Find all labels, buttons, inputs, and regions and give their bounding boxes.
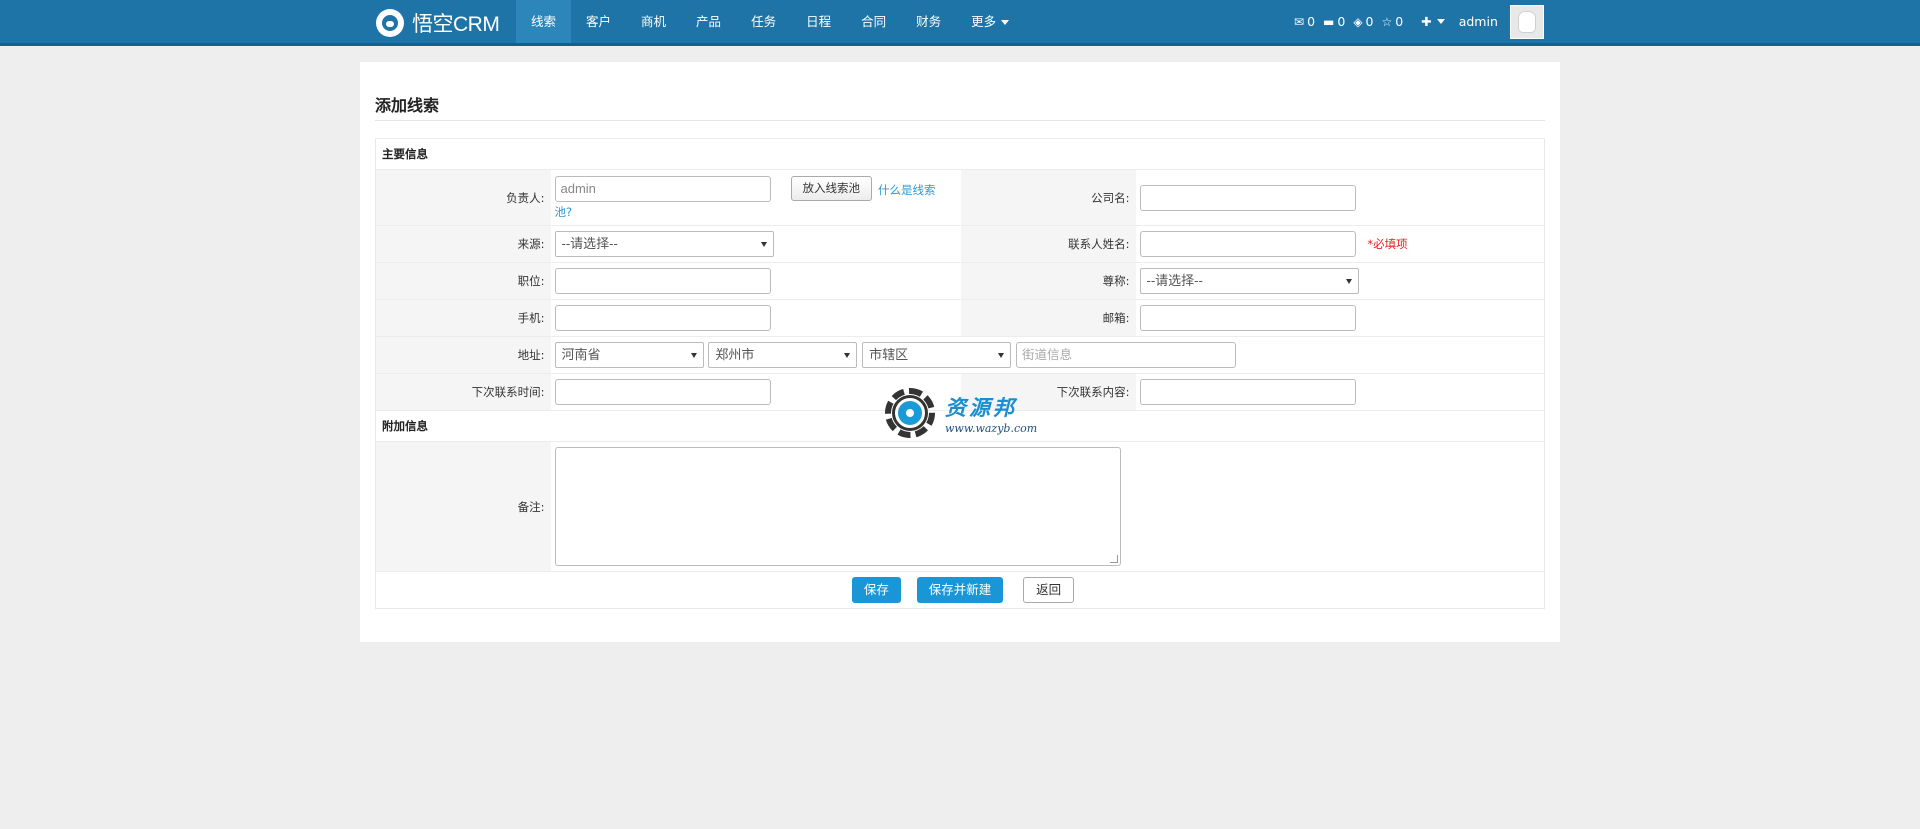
email-input[interactable] — [1139, 305, 1356, 331]
task-indicator[interactable]: ◈ 0 — [1353, 14, 1373, 29]
company-input[interactable] — [1139, 184, 1356, 211]
required-note: *必填项 — [1367, 237, 1408, 251]
nav-item-products[interactable]: 产品 — [681, 0, 736, 43]
watermark-text: 资源邦 — [945, 395, 1017, 420]
watermark-url: www.wazyb.com — [945, 422, 1038, 435]
eye-icon — [895, 398, 925, 428]
star-icon: ☆ — [1381, 14, 1393, 29]
contact-name-label: 联系人姓名: — [960, 225, 1136, 263]
position-label: 职位: — [375, 262, 551, 300]
city-select[interactable]: 郑州市 — [708, 342, 858, 368]
message-icon: ▬ — [1323, 14, 1335, 29]
save-and-new-button[interactable]: 保存并新建 — [916, 577, 1004, 603]
envelope-icon: ✉ — [1294, 14, 1305, 29]
nav-more-label: 更多 — [971, 14, 997, 29]
source-label: 来源: — [375, 225, 551, 263]
top-navbar: 悟空CRM 线索 客户 商机 产品 任务 日程 合同 财务 更多 ✉ 0 ▬ 0… — [0, 0, 1920, 46]
star-count: 0 — [1395, 14, 1404, 29]
nav-item-opportunities[interactable]: 商机 — [626, 0, 681, 43]
chevron-down-icon — [1436, 19, 1445, 24]
company-label: 公司名: — [960, 169, 1136, 226]
message-count: 0 — [1337, 14, 1346, 29]
position-input[interactable] — [554, 268, 771, 294]
source-select[interactable]: --请选择-- — [554, 231, 774, 257]
page-title: 添加线索 — [375, 96, 440, 115]
save-button[interactable]: 保存 — [851, 577, 901, 603]
plus-icon: ✚ — [1421, 14, 1432, 29]
remark-label: 备注: — [375, 441, 551, 572]
main-nav: 线索 客户 商机 产品 任务 日程 合同 财务 更多 — [516, 0, 1024, 43]
nav-item-contracts[interactable]: 合同 — [846, 0, 901, 43]
nav-right: ✉ 0 ▬ 0 ◈ 0 ☆ 0 ✚ admin — [1294, 0, 1544, 43]
move-to-pool-button[interactable]: 放入线索池 — [790, 175, 872, 201]
lead-form: 主要信息 负责人: admin 放入线索池 什么是线索 池? 公司名: 来源: … — [375, 138, 1545, 609]
province-select[interactable]: 河南省 — [554, 342, 704, 368]
owner-input[interactable]: admin — [554, 175, 771, 202]
next-contact-content-input[interactable] — [1139, 379, 1356, 405]
user-menu[interactable]: admin — [1459, 14, 1498, 29]
monkey-logo-icon — [376, 9, 404, 37]
nav-item-leads[interactable]: 线索 — [516, 0, 572, 43]
watermark: 资源邦 www.wazyb.com — [885, 386, 1045, 442]
what-is-pool-link[interactable]: 什么是线索 — [878, 182, 936, 198]
remark-textarea[interactable] — [554, 447, 1121, 566]
next-contact-time-input[interactable] — [554, 379, 771, 405]
salutation-select[interactable]: --请选择-- — [1139, 268, 1359, 294]
back-button[interactable]: 返回 — [1023, 577, 1075, 603]
what-is-pool-link-continued[interactable]: 池? — [555, 204, 961, 220]
owner-label: 负责人: — [375, 169, 551, 226]
street-input[interactable]: 街道信息 — [1015, 342, 1236, 368]
favorite-indicator[interactable]: ☆ 0 — [1382, 14, 1404, 29]
mobile-input[interactable] — [554, 305, 771, 331]
nav-item-finance[interactable]: 财务 — [901, 0, 956, 43]
title-divider — [375, 120, 1545, 121]
email-label: 邮箱: — [960, 299, 1136, 337]
content-panel: 添加线索 主要信息 负责人: admin 放入线索池 什么是线索 池? 公司名: — [360, 62, 1560, 642]
district-select[interactable]: 市辖区 — [862, 342, 1012, 368]
contact-name-input[interactable] — [1139, 231, 1356, 257]
task-count: 0 — [1365, 14, 1374, 29]
next-contact-time-label: 下次联系时间: — [375, 373, 551, 411]
mail-count: 0 — [1307, 14, 1316, 29]
quick-add-menu[interactable]: ✚ — [1421, 14, 1445, 29]
address-label: 地址: — [375, 336, 551, 374]
chevron-down-icon — [1001, 20, 1010, 25]
salutation-label: 尊称: — [960, 262, 1136, 300]
message-indicator[interactable]: ▬ 0 — [1323, 14, 1345, 29]
avatar[interactable] — [1509, 4, 1544, 39]
brand[interactable]: 悟空CRM — [376, 8, 500, 38]
nav-item-customers[interactable]: 客户 — [571, 0, 626, 43]
mail-indicator[interactable]: ✉ 0 — [1294, 14, 1315, 29]
section-main-info: 主要信息 — [375, 138, 1545, 170]
diamond-icon: ◈ — [1353, 14, 1363, 29]
nav-item-tasks[interactable]: 任务 — [736, 0, 791, 43]
brand-name: 悟空CRM — [412, 13, 500, 36]
nav-item-more[interactable]: 更多 — [956, 0, 1024, 43]
mobile-label: 手机: — [375, 299, 551, 337]
nav-item-schedule[interactable]: 日程 — [791, 0, 846, 43]
